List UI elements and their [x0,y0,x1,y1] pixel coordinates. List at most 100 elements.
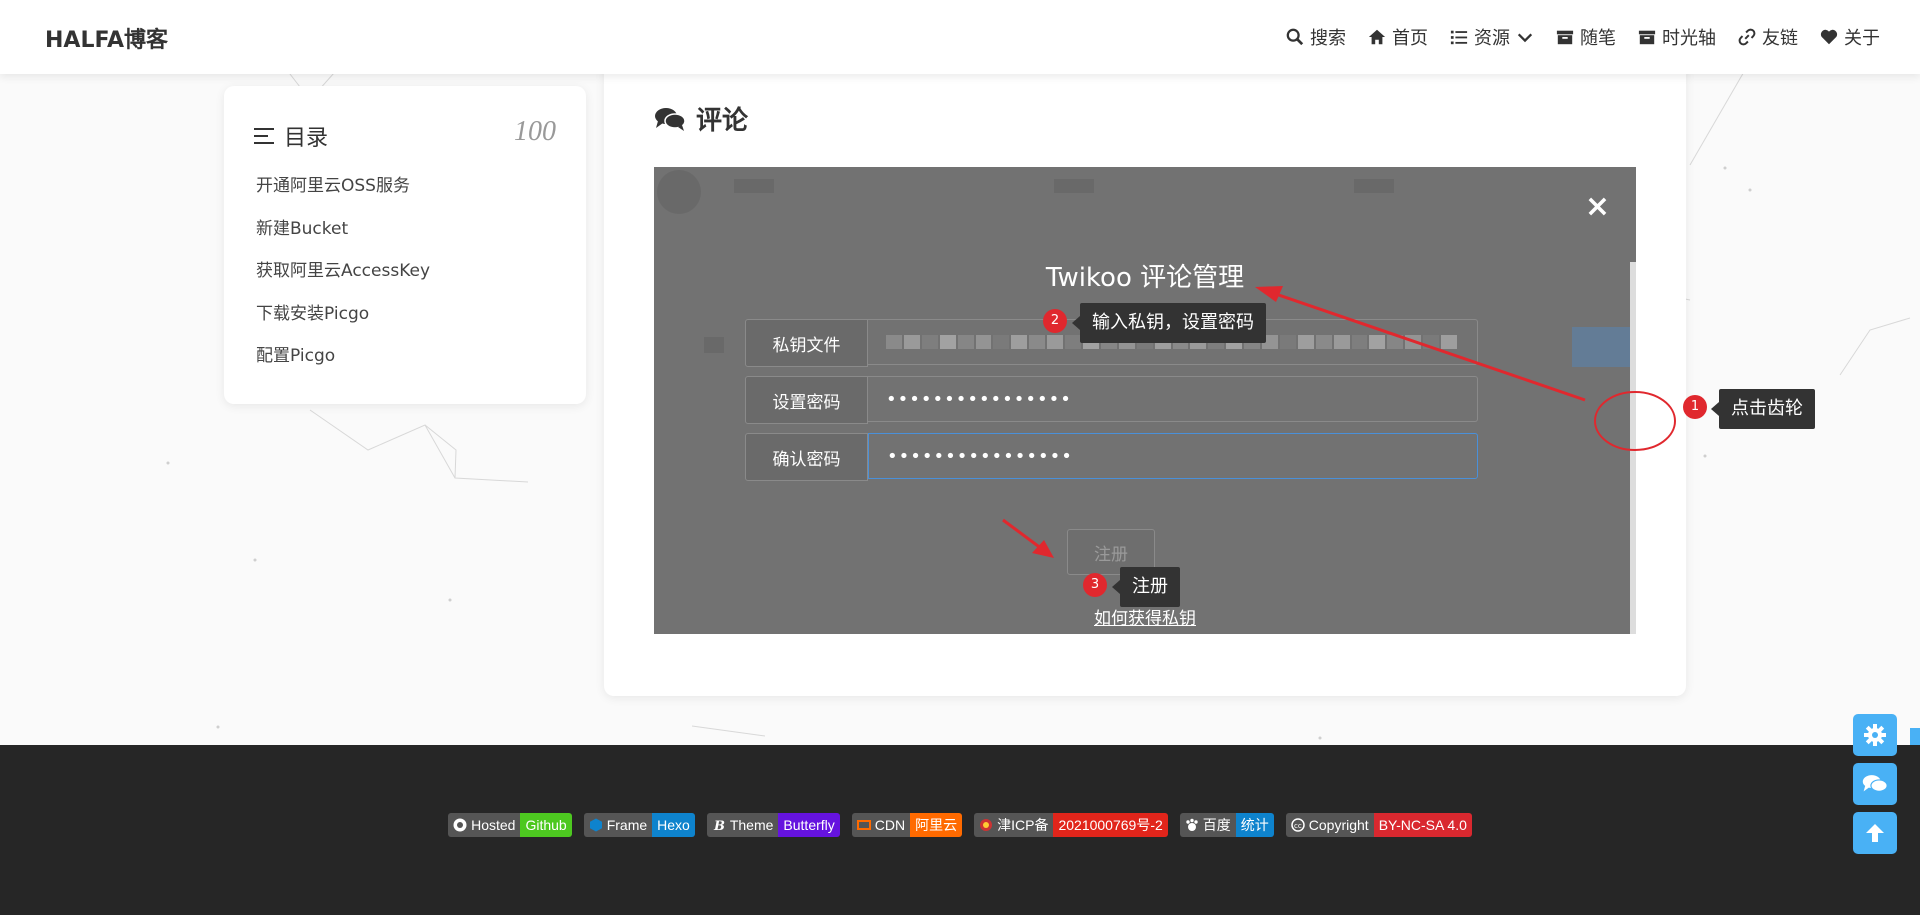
footer-badge-right: Butterfly [778,813,840,837]
footer-badge-left-text: 津ICP备 [997,817,1049,833]
github-icon [453,818,467,832]
nav-resources[interactable]: 资源 [1450,24,1534,50]
footer-badge-left: 百度 [1179,813,1236,837]
footer-badge-right: BY-NC-SA 4.0 [1373,813,1472,837]
annotation-badge-1: 1 [1683,395,1707,419]
footer-badge[interactable]: cc Copyright BY-NC-SA 4.0 [1285,813,1472,837]
toc-progress-percent: 100 [514,116,556,147]
blurred-key-block [939,335,956,349]
footer-badge[interactable]: 津ICP备 2021000769号-2 [974,813,1168,837]
nav-home-label: 首页 [1392,28,1428,49]
footer-badge-left-text: CDN [874,817,906,833]
hexo-icon [589,818,602,832]
blurred-key-block [1279,335,1296,349]
blurred-key-block [1029,335,1046,349]
nav-friend-links-label: 友链 [1762,28,1798,49]
blurred-key-block [1315,335,1332,349]
archive-icon [1638,30,1656,45]
toc-item[interactable]: 新建Bucket [256,217,430,260]
blurred-key-block [1065,335,1081,349]
butterfly-icon: B [713,819,725,832]
annotation-badge-2: 2 [1043,309,1067,333]
footer-badge-left-text: Copyright [1308,817,1369,833]
comments-icon [1862,775,1888,792]
comments-heading-label: 评论 [696,106,749,136]
modal-title: Twikoo 评论管理 [1045,263,1245,293]
toc-title-label: 目录 [284,126,329,151]
footer-badge[interactable]: 百度 统计 [1179,813,1274,837]
heart-icon [1820,29,1838,45]
footer-badge-left-text: 百度 [1202,817,1231,833]
blurred-key-block [1441,335,1457,349]
archive-icon [1556,30,1574,45]
baidu-icon [1186,818,1198,831]
footer-badge-right: Github [520,813,572,837]
blurred-key-block [957,335,974,349]
blurred-key-block [1047,335,1064,349]
nav-search-label: 搜索 [1310,28,1346,49]
settings-button[interactable] [1853,714,1897,756]
blurred-key-block [903,335,920,349]
nav-timeline-label: 时光轴 [1662,28,1716,49]
arrow-up-icon [1866,824,1884,842]
confirm-password-input[interactable] [868,433,1478,479]
nav-about[interactable]: 关于 [1820,24,1880,50]
gear-icon [1864,724,1886,746]
blurred-key-block [1387,335,1404,349]
footer-badge-left: Hosted [448,813,521,837]
nav-friend-links[interactable]: 友链 [1738,24,1798,50]
top-header: HALFA博客 搜索 首页 资源 随笔 时光轴 友链 关于 [0,0,1920,74]
blurred-key-block [993,335,1010,349]
nav-essays[interactable]: 随笔 [1556,24,1616,50]
comments-icon [655,107,686,131]
footer-badge[interactable]: B Theme Butterfly [706,813,840,837]
toc-item[interactable]: 获取阿里云AccessKey [256,259,430,302]
modal-close-button[interactable]: × [1585,189,1610,224]
page-footer: Hosted Github Frame Hexo B Theme Butterfly CDN 阿… [0,745,1920,915]
blurred-key-block [886,335,902,349]
nav-search[interactable]: 搜索 [1286,24,1346,50]
blurred-key-block [1297,335,1314,349]
home-icon [1368,29,1386,45]
nav-essays-label: 随笔 [1580,28,1616,49]
modal-scrollbar[interactable] [1630,262,1636,634]
footer-badge[interactable]: CDN 阿里云 [851,813,963,837]
blurred-key-block [1351,335,1368,349]
nav-timeline[interactable]: 时光轴 [1638,24,1716,50]
back-to-top-button[interactable] [1853,812,1897,854]
toc-item[interactable]: 配置Picgo [256,344,430,387]
confirm-password-label: 确认密码 [745,433,868,481]
toc-item[interactable]: 开通阿里云OSS服务 [256,174,430,217]
toc-card: 目录 100 开通阿里云OSS服务 新建Bucket 获取阿里云AccessKe… [224,86,586,404]
site-logo[interactable]: HALFA博客 [45,22,168,54]
footer-badge[interactable]: Frame Hexo [583,813,695,837]
nav-home[interactable]: 首页 [1368,24,1428,50]
blurred-key-block [1423,335,1440,349]
aliyun-icon [856,820,871,830]
footer-badges: Hosted Github Frame Hexo B Theme Butterfly CDN 阿… [0,813,1920,837]
footer-badge-left-text: Theme [729,817,774,833]
footer-badge-left: 津ICP备 [974,813,1054,837]
footer-badge-left: CDN [851,813,911,837]
footer-badge-left-text: Hosted [471,817,516,833]
private-key-label: 私钥文件 [745,319,868,367]
search-icon [1286,28,1304,46]
blurred-key-block [1333,335,1350,349]
set-password-input[interactable] [868,376,1478,422]
twikoo-admin-modal: × Twikoo 评论管理 私钥文件 (function(){ var c = … [654,167,1636,634]
toc-item[interactable]: 下载安装Picgo [256,302,430,345]
footer-badge-right: 2021000769号-2 [1053,813,1168,837]
set-password-row: 设置密码 [745,376,1478,424]
police-icon [980,819,993,831]
comments-jump-button[interactable] [1853,763,1897,805]
comments-heading: 评论 [654,100,748,137]
blurred-key-block [975,335,992,349]
main-nav: 搜索 首页 资源 随笔 时光轴 友链 关于 [1286,24,1880,50]
nav-about-label: 关于 [1844,28,1880,49]
footer-badge-right: 阿里云 [910,813,963,837]
footer-badge[interactable]: Hosted Github [448,813,572,837]
how-to-get-key-link[interactable]: 如何获得私钥 [654,604,1636,629]
annotation-callout-3: 注册 [1112,567,1180,607]
svg-text:B: B [713,819,725,832]
link-icon [1738,28,1756,46]
